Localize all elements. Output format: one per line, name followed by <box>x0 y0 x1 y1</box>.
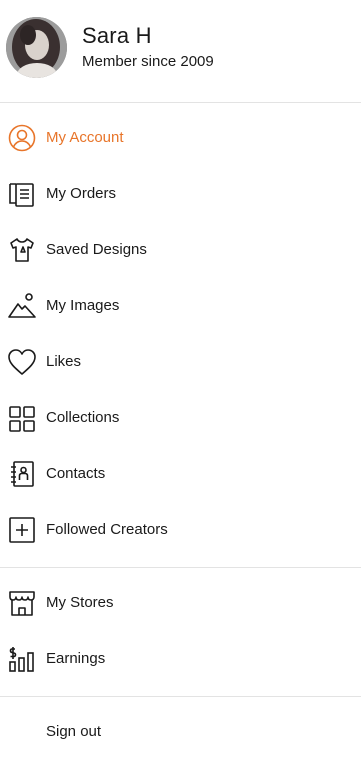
menu-item-followed-creators[interactable]: Followed Creators <box>0 502 361 558</box>
menu-item-collections[interactable]: Collections <box>0 390 361 446</box>
earnings-icon <box>7 644 37 674</box>
grid-icon <box>7 403 37 433</box>
menu-label: Collections <box>46 409 120 426</box>
menu-item-my-account[interactable]: My Account <box>0 110 361 166</box>
plus-square-icon <box>7 515 37 545</box>
divider <box>0 567 361 568</box>
shirt-icon <box>7 235 37 265</box>
orders-icon <box>7 179 37 209</box>
menu-label: My Images <box>46 297 120 314</box>
menu-label: Contacts <box>46 465 106 482</box>
store-icon <box>7 588 37 618</box>
heart-icon <box>7 347 37 377</box>
menu-label: My Orders <box>46 185 117 202</box>
menu-item-my-orders[interactable]: My Orders <box>0 166 361 222</box>
menu-item-my-images[interactable]: My Images <box>0 278 361 334</box>
sign-out-link[interactable]: Sign out <box>46 722 101 742</box>
menu-label: My Stores <box>46 594 114 611</box>
menu-item-my-stores[interactable]: My Stores <box>0 575 361 631</box>
menu-label: Saved Designs <box>46 241 147 258</box>
menu-label: Earnings <box>46 650 106 667</box>
menu-label: My Account <box>46 129 124 146</box>
image-icon <box>7 291 37 321</box>
menu-item-saved-designs[interactable]: Saved Designs <box>0 222 361 278</box>
avatar[interactable] <box>6 17 67 78</box>
menu-label: Followed Creators <box>46 521 168 538</box>
user-circle-icon <box>7 123 37 153</box>
divider <box>0 696 361 697</box>
menu-item-likes[interactable]: Likes <box>0 334 361 390</box>
menu-item-contacts[interactable]: Contacts <box>0 446 361 502</box>
menu-label: Likes <box>46 353 82 370</box>
profile-name: Sara H <box>82 23 152 48</box>
profile-header: Sara H Member since 2009 <box>0 0 361 102</box>
address-book-icon <box>7 459 37 489</box>
menu-item-earnings[interactable]: Earnings <box>0 631 361 687</box>
divider <box>0 102 361 103</box>
member-since: Member since 2009 <box>82 53 214 70</box>
